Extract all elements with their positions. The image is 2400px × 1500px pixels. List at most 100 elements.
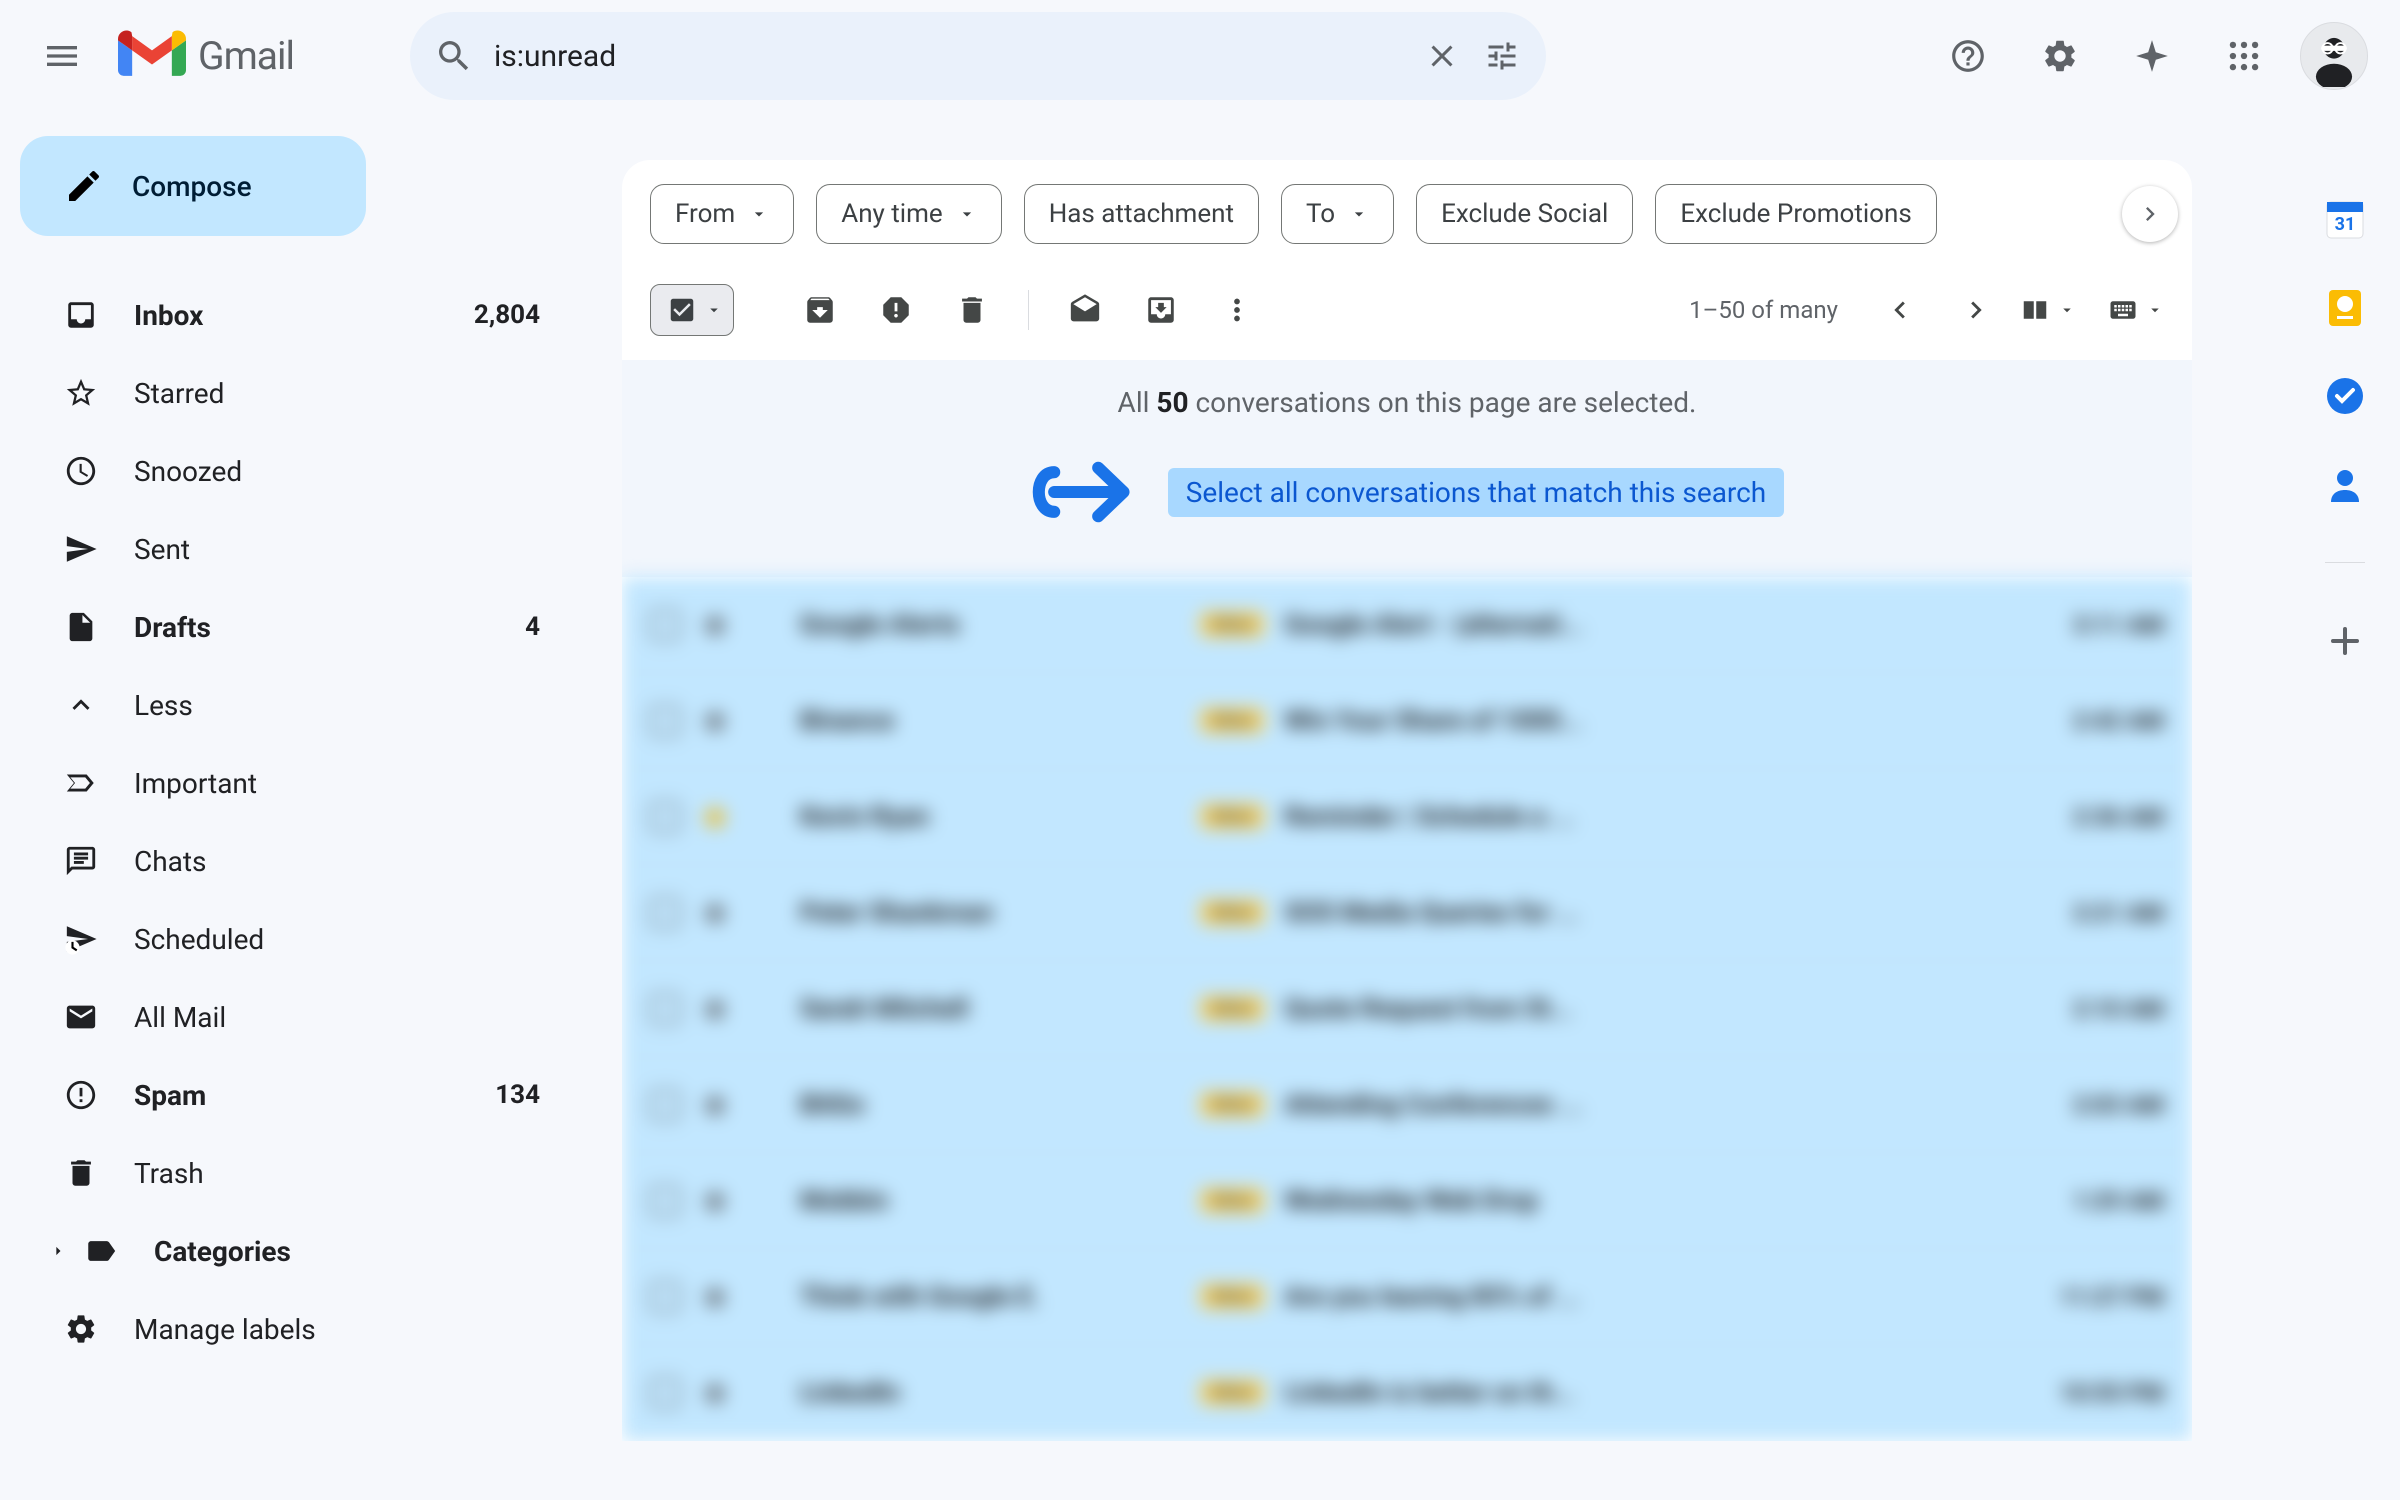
sidebar-item-trash[interactable]: Trash	[20, 1134, 580, 1212]
sidebar-item-important[interactable]: Important	[20, 744, 580, 822]
email-checkbox[interactable]	[650, 994, 680, 1024]
sidebar-item-manage[interactable]: Manage labels	[20, 1290, 580, 1368]
hamburger-icon	[42, 36, 82, 76]
settings-button[interactable]	[2024, 20, 2096, 92]
filter-chip-any-time[interactable]: Any time	[816, 184, 1002, 244]
email-star-button[interactable]	[700, 610, 730, 640]
email-row[interactable]: Google AlertsInboxGoogle Alert - (altern…	[622, 577, 2192, 673]
filter-chip-to[interactable]: To	[1281, 184, 1394, 244]
sidebar-item-count: 2,804	[474, 300, 540, 330]
sidebar-item-allmail[interactable]: All Mail	[20, 978, 580, 1056]
input-tools-button[interactable]	[2108, 295, 2164, 325]
email-star-button[interactable]	[700, 706, 730, 736]
filter-chip-exclude-promotions[interactable]: Exclude Promotions	[1655, 184, 1936, 244]
email-star-button[interactable]	[700, 994, 730, 1024]
sidebar-item-inbox[interactable]: Inbox2,804	[20, 276, 580, 354]
toggle-split-pane-button[interactable]	[2020, 295, 2076, 325]
svg-text:31: 31	[2335, 214, 2356, 235]
select-all-matching-link[interactable]: Select all conversations that match this…	[1168, 468, 1784, 517]
email-importance-marker[interactable]	[750, 802, 780, 832]
email-checkbox[interactable]	[650, 898, 680, 928]
email-importance-marker[interactable]	[750, 1186, 780, 1216]
email-star-button[interactable]	[700, 898, 730, 928]
mail-open-icon	[1068, 293, 1102, 327]
sidebar-item-scheduled[interactable]: Scheduled	[20, 900, 580, 978]
email-row[interactable]: Peter ShankmanInboxSOS Media Queries for…	[622, 865, 2192, 961]
email-row[interactable]: Kevin RyanInboxReminder | Schedule a ...…	[622, 769, 2192, 865]
tasks-app-icon[interactable]	[2325, 376, 2365, 416]
email-star-button[interactable]	[700, 1090, 730, 1120]
email-importance-marker[interactable]	[750, 898, 780, 928]
email-checkbox[interactable]	[650, 802, 680, 832]
delete-button[interactable]	[940, 278, 1004, 342]
sidebar-item-send[interactable]: Sent	[20, 510, 580, 588]
sidebar-item-less[interactable]: Less	[20, 666, 580, 744]
archive-button[interactable]	[788, 278, 852, 342]
email-importance-marker[interactable]	[750, 610, 780, 640]
email-importance-marker[interactable]	[750, 1282, 780, 1312]
email-row[interactable]: BinanceInboxWin Your Share of 1000...2:4…	[622, 673, 2192, 769]
sidebar-item-label: Chats	[134, 845, 540, 878]
sidebar-item-chats[interactable]: Chats	[20, 822, 580, 900]
search-input[interactable]	[494, 39, 1402, 74]
filter-scroll-right-button[interactable]	[2122, 186, 2178, 242]
chip-label: Any time	[841, 199, 943, 229]
email-subject: Attending Conferences ...	[1284, 1090, 2052, 1120]
help-button[interactable]	[1932, 20, 2004, 92]
email-checkbox[interactable]	[650, 610, 680, 640]
email-importance-marker[interactable]	[750, 994, 780, 1024]
sidebar: Compose Inbox2,804StarredSnoozedSentDraf…	[0, 112, 580, 1368]
gmail-logo[interactable]: Gmail	[118, 30, 294, 82]
email-checkbox[interactable]	[650, 706, 680, 736]
report-spam-button[interactable]	[864, 278, 928, 342]
email-label-tag: Inbox	[1200, 804, 1264, 829]
next-page-button[interactable]	[1944, 278, 2008, 342]
email-row[interactable]: BitGoInboxAttending Conferences ...2:03 …	[622, 1057, 2192, 1153]
filter-chip-exclude-social[interactable]: Exclude Social	[1416, 184, 1633, 244]
email-checkbox[interactable]	[650, 1186, 680, 1216]
email-time: 11:27 PM	[2060, 1283, 2164, 1311]
search-clear-button[interactable]	[1422, 36, 1462, 76]
sidebar-item-star[interactable]: Starred	[20, 354, 580, 432]
search-options-button[interactable]	[1482, 36, 1522, 76]
star-icon	[700, 610, 730, 640]
contacts-app-icon[interactable]	[2325, 464, 2365, 504]
filter-chip-has-attachment[interactable]: Has attachment	[1024, 184, 1259, 244]
sidebar-item-categories[interactable]: Categories	[20, 1212, 580, 1290]
email-importance-marker[interactable]	[750, 706, 780, 736]
email-star-button[interactable]	[700, 802, 730, 832]
add-addon-button[interactable]	[2325, 621, 2365, 661]
sidebar-item-spam[interactable]: Spam134	[20, 1056, 580, 1134]
sidebar-item-draft[interactable]: Drafts4	[20, 588, 580, 666]
email-checkbox[interactable]	[650, 1282, 680, 1312]
apps-button[interactable]	[2208, 20, 2280, 92]
email-importance-marker[interactable]	[750, 1378, 780, 1408]
sidebar-item-snooze[interactable]: Snoozed	[20, 432, 580, 510]
prev-page-button[interactable]	[1868, 278, 1932, 342]
email-star-button[interactable]	[700, 1378, 730, 1408]
email-row[interactable]: LinkedInInboxLinkedIn is better on th...…	[622, 1345, 2192, 1441]
email-row[interactable]: Think with Google E.InboxAre you leaving…	[622, 1249, 2192, 1345]
email-star-button[interactable]	[700, 1186, 730, 1216]
compose-button[interactable]: Compose	[20, 136, 366, 236]
trash-icon	[64, 1156, 98, 1190]
filter-chip-from[interactable]: From	[650, 184, 794, 244]
search-icon[interactable]	[434, 36, 474, 76]
more-actions-button[interactable]	[1205, 278, 1269, 342]
close-icon	[1424, 38, 1460, 74]
email-importance-marker[interactable]	[750, 1090, 780, 1120]
move-to-inbox-button[interactable]	[1129, 278, 1193, 342]
account-avatar[interactable]	[2300, 22, 2368, 90]
calendar-app-icon[interactable]: 31	[2325, 200, 2365, 240]
email-checkbox[interactable]	[650, 1378, 680, 1408]
email-checkbox[interactable]	[650, 1090, 680, 1120]
select-all-checkbox[interactable]	[650, 284, 734, 336]
gemini-button[interactable]	[2116, 20, 2188, 92]
email-star-button[interactable]	[700, 1282, 730, 1312]
mark-as-read-button[interactable]	[1053, 278, 1117, 342]
email-row[interactable]: MobbinInboxWednesday Web Drop1:29 AM	[622, 1153, 2192, 1249]
email-row[interactable]: Sarah MitchellInboxQuote Request from St…	[622, 961, 2192, 1057]
main-menu-button[interactable]	[22, 16, 102, 96]
inbox-move-icon	[1144, 293, 1178, 327]
keep-app-icon[interactable]	[2325, 288, 2365, 328]
